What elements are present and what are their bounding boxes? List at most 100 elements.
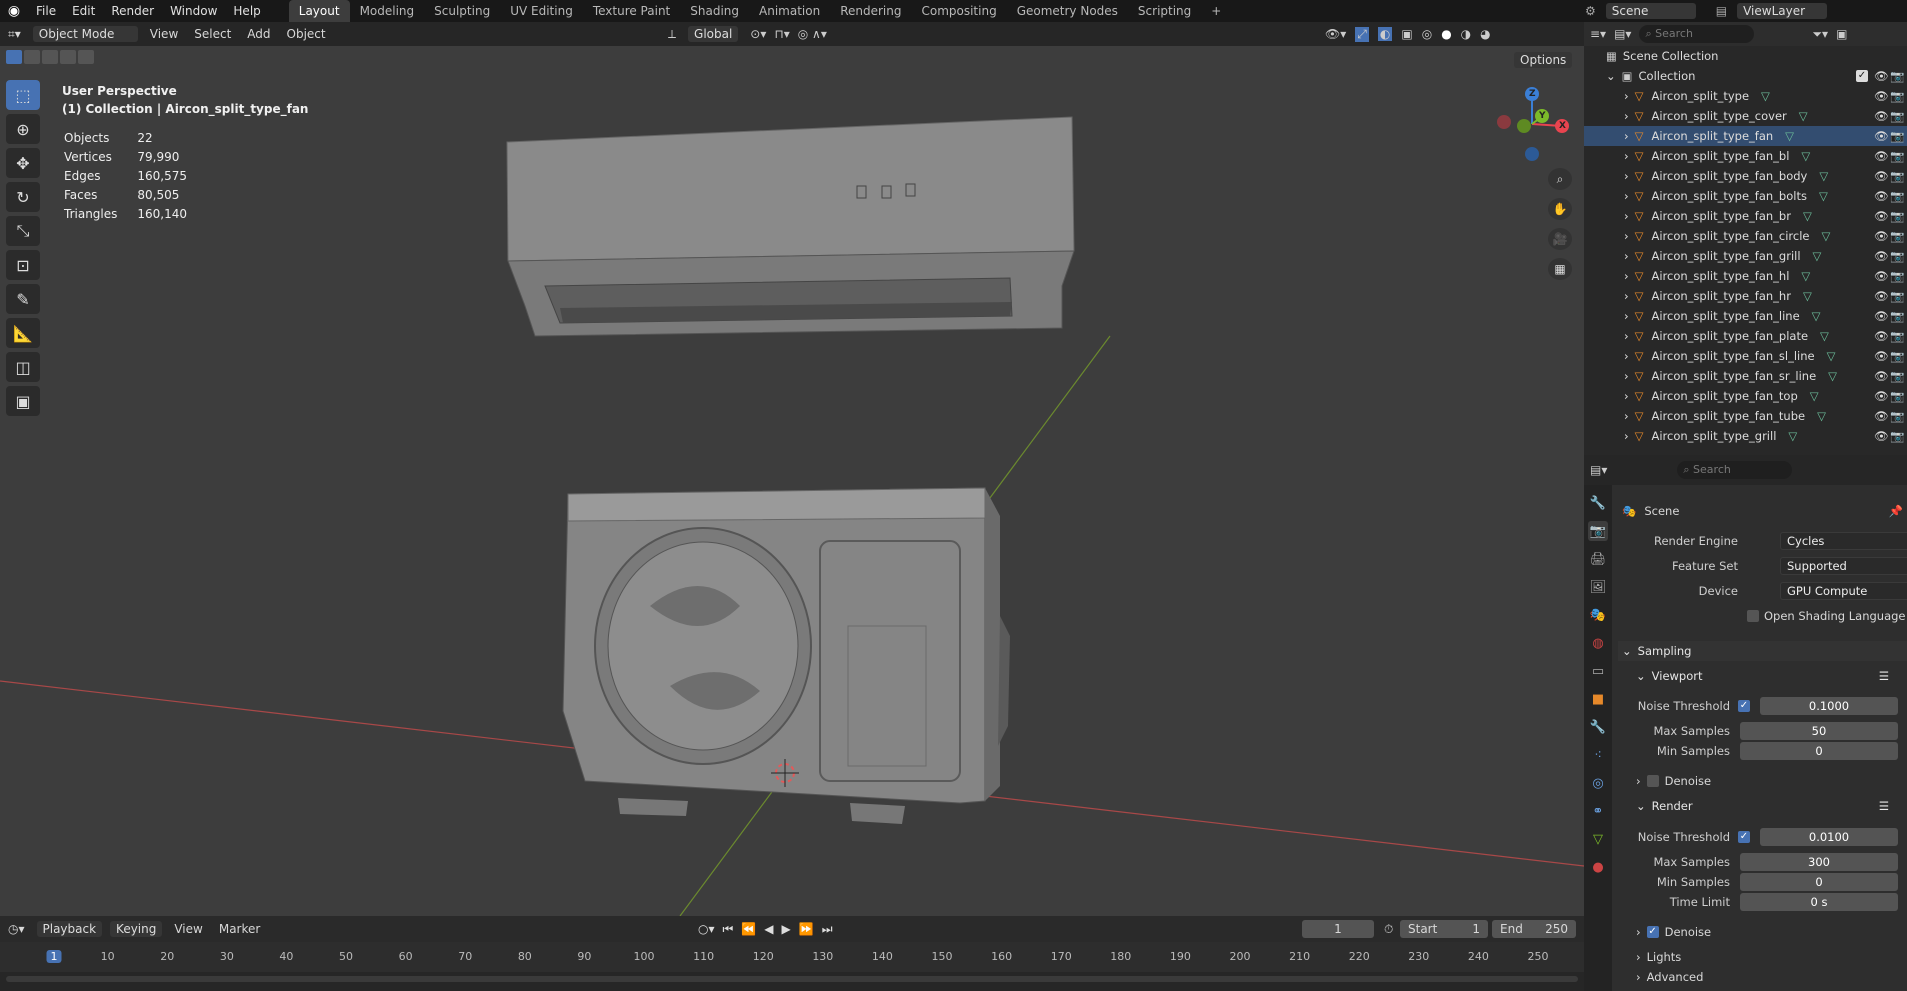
expand-icon[interactable]: ›: [1624, 89, 1629, 103]
viewlayer-icon[interactable]: ▤: [1716, 4, 1727, 18]
mesh-data-icon[interactable]: ▽: [1822, 229, 1831, 243]
add-workspace-icon[interactable]: +: [1201, 0, 1231, 22]
mesh-data-icon[interactable]: ▽: [1820, 329, 1829, 343]
render-camera-icon[interactable]: 📷: [1890, 369, 1904, 383]
expand-icon[interactable]: ›: [1624, 289, 1629, 303]
outliner-object-row[interactable]: › ▽ Aircon_split_type_fan_bl ▽ 👁 📷: [1584, 146, 1907, 166]
scene-selector[interactable]: Scene: [1605, 3, 1696, 19]
expand-icon[interactable]: ›: [1624, 429, 1629, 443]
tab-shading[interactable]: Shading: [680, 0, 749, 22]
expand-icon[interactable]: ›: [1624, 309, 1629, 323]
viewport-subpanel-header[interactable]: ⌄ Viewport ☰: [1618, 666, 1907, 686]
xray-icon[interactable]: ▣: [1401, 27, 1412, 41]
collection-tab-icon[interactable]: ▭: [1588, 661, 1608, 681]
next-keyframe-icon[interactable]: ⏩: [799, 922, 814, 937]
tab-animation[interactable]: Animation: [749, 0, 830, 22]
outliner-object-row[interactable]: › ▽ Aircon_split_type_fan_line ▽ 👁 📷: [1584, 306, 1907, 326]
feature-set-dropdown[interactable]: Supported: [1780, 557, 1907, 575]
visibility-icon[interactable]: 👁▾: [1325, 27, 1346, 41]
render-subpanel-header[interactable]: ⌄ Render ☰: [1618, 796, 1907, 816]
scale-tool-icon[interactable]: ⤡: [6, 216, 40, 246]
visibility-eye-icon[interactable]: 👁: [1874, 289, 1889, 303]
render-camera-icon[interactable]: 📷: [1890, 249, 1904, 263]
playback-menu[interactable]: Playback: [36, 921, 103, 937]
outliner-object-row[interactable]: › ▽ Aircon_split_type_fan_br ▽ 👁 📷: [1584, 206, 1907, 226]
world-tab-icon[interactable]: ◍: [1588, 633, 1608, 653]
visibility-eye-icon[interactable]: 👁: [1874, 129, 1889, 143]
render-camera-icon[interactable]: 📷: [1890, 189, 1904, 203]
outliner-object-row[interactable]: › ▽ Aircon_split_type_fan_bolts ▽ 👁 📷: [1584, 186, 1907, 206]
vp-max-field[interactable]: 50: [1740, 722, 1898, 740]
visibility-eye-icon[interactable]: 👁: [1874, 209, 1889, 223]
object-tab-icon[interactable]: ■: [1588, 689, 1608, 709]
mesh-data-icon[interactable]: ▽: [1785, 129, 1794, 143]
blender-logo-icon[interactable]: ◉: [0, 3, 28, 19]
mesh-data-icon[interactable]: ▽: [1799, 109, 1808, 123]
move-tool-icon[interactable]: ✥: [6, 148, 40, 178]
outliner-object-row[interactable]: › ▽ Aircon_split_type_fan_sl_line ▽ 👁 📷: [1584, 346, 1907, 366]
gizmo-toggle-icon[interactable]: ⤢: [1355, 26, 1369, 42]
outliner-object-row[interactable]: › ▽ Aircon_split_type_fan_body ▽ 👁 📷: [1584, 166, 1907, 186]
outliner-object-row[interactable]: › ▽ Aircon_split_type_grill ▽ 👁 📷: [1584, 426, 1907, 446]
mesh-data-icon[interactable]: ▽: [1801, 149, 1810, 163]
particles-tab-icon[interactable]: ⁖: [1588, 745, 1608, 765]
visibility-eye-icon[interactable]: 👁: [1874, 349, 1889, 363]
end-frame-field[interactable]: End 250: [1492, 920, 1576, 938]
prev-keyframe-icon[interactable]: ⏪: [741, 922, 756, 937]
visibility-eye-icon[interactable]: 👁: [1874, 389, 1889, 403]
menu-window[interactable]: Window: [162, 0, 225, 22]
properties-editor-icon[interactable]: ▤▾: [1590, 463, 1607, 477]
visibility-eye-icon[interactable]: 👁: [1874, 329, 1889, 343]
menu-edit[interactable]: Edit: [64, 0, 103, 22]
render-camera-icon[interactable]: 📷: [1890, 329, 1904, 343]
vp-noise-checkbox[interactable]: ✓: [1738, 700, 1750, 712]
mesh-data-icon[interactable]: ▽: [1827, 349, 1836, 363]
mesh-data-icon[interactable]: ▽: [1803, 289, 1812, 303]
select-new-icon[interactable]: [6, 50, 22, 64]
sampling-panel-header[interactable]: ⌄ Sampling: [1618, 641, 1907, 661]
r-max-field[interactable]: 300: [1740, 853, 1898, 871]
play-reverse-icon[interactable]: ◀: [764, 922, 773, 937]
mesh-data-icon[interactable]: ▽: [1803, 209, 1812, 223]
render-camera-icon[interactable]: 📷: [1890, 89, 1904, 103]
visibility-eye-icon[interactable]: 👁: [1874, 429, 1889, 443]
timeline-scrollbar[interactable]: [6, 976, 1578, 982]
zoom-icon[interactable]: ⌕: [1548, 168, 1572, 190]
render-camera-icon[interactable]: 📷: [1890, 149, 1904, 163]
mode-selector[interactable]: Object Mode: [32, 26, 138, 42]
mesh-data-icon[interactable]: ▽: [1810, 389, 1819, 403]
outliner-object-row[interactable]: › ▽ Aircon_split_type_fan_sr_line ▽ 👁 📷: [1584, 366, 1907, 386]
select-extend-icon[interactable]: [24, 50, 40, 64]
snap-icon[interactable]: ⊓▾: [774, 27, 789, 41]
select-box-tool-icon[interactable]: ⬚: [6, 80, 40, 110]
pan-hand-icon[interactable]: ✋: [1548, 198, 1572, 220]
r-min-field[interactable]: 0: [1740, 873, 1898, 891]
visibility-eye-icon[interactable]: 👁: [1874, 169, 1889, 183]
rendered-shading-icon[interactable]: ◕: [1480, 27, 1490, 41]
outliner-object-row[interactable]: › ▽ Aircon_split_type_fan_top ▽ 👁 📷: [1584, 386, 1907, 406]
visibility-eye-icon[interactable]: 👁: [1874, 109, 1889, 123]
mesh-data-icon[interactable]: ▽: [1801, 269, 1810, 283]
marker-menu[interactable]: Marker: [211, 917, 268, 941]
device-dropdown[interactable]: GPU Compute: [1780, 582, 1907, 600]
pivot-icon[interactable]: ⊙▾: [750, 27, 766, 41]
pin-icon[interactable]: 📌: [1889, 504, 1903, 518]
scene-tab-icon[interactable]: 🎭: [1588, 605, 1608, 625]
mesh-data-icon[interactable]: ▽: [1819, 169, 1828, 183]
filter-icon[interactable]: ⏷▾: [1812, 27, 1828, 42]
ortho-grid-icon[interactable]: ▦: [1548, 258, 1572, 280]
expand-icon[interactable]: ›: [1624, 329, 1629, 343]
visibility-eye-icon[interactable]: 👁: [1874, 409, 1889, 423]
render-camera-icon[interactable]: 📷: [1890, 309, 1904, 323]
presets-list-icon[interactable]: ☰: [1879, 799, 1889, 813]
collapse-icon[interactable]: ⌄: [1606, 69, 1616, 83]
r-denoise-checkbox[interactable]: ✓: [1646, 926, 1659, 938]
visibility-eye-icon[interactable]: 👁: [1874, 189, 1889, 203]
scene-collection-row[interactable]: ▦ Scene Collection: [1584, 46, 1907, 66]
mesh-data-icon[interactable]: ▽: [1828, 369, 1837, 383]
render-camera-icon[interactable]: 📷: [1890, 389, 1904, 403]
mesh-data-icon[interactable]: ▽: [1817, 409, 1826, 423]
play-icon[interactable]: ▶: [782, 922, 791, 937]
render-camera-icon[interactable]: 📷: [1890, 269, 1904, 283]
visibility-eye-icon[interactable]: 👁: [1874, 149, 1889, 163]
